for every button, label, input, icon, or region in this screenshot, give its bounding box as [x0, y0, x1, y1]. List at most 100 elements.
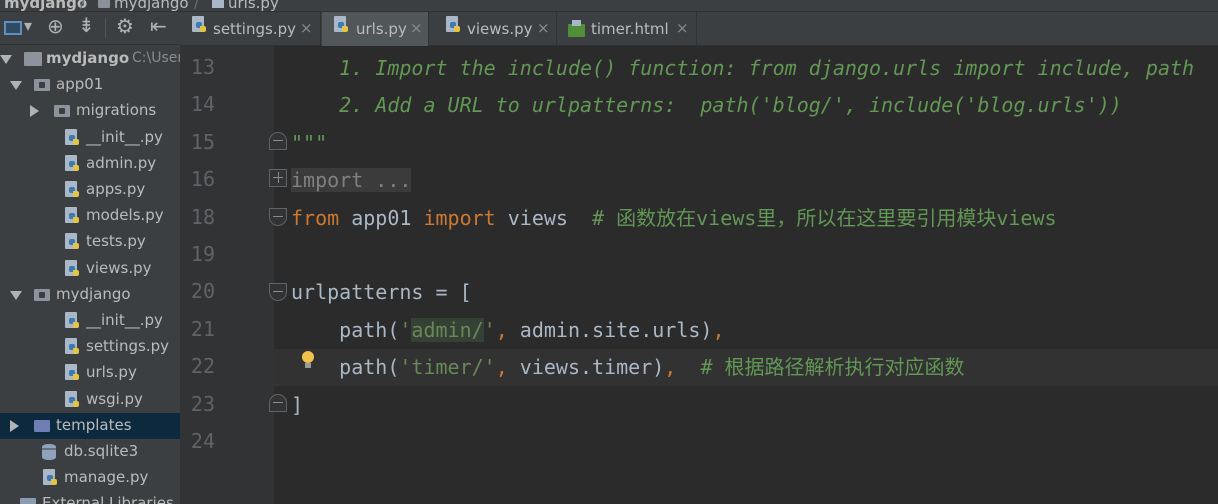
tree-item[interactable]: views.py: [0, 256, 180, 282]
tab-urls-py[interactable]: urls.py ×: [322, 12, 429, 46]
line-number: 19: [190, 242, 215, 266]
tree-item[interactable]: __init__.py: [0, 308, 180, 334]
tree-item-label: admin.py: [86, 153, 157, 172]
tree-item-label: mydjango: [46, 49, 130, 67]
tree-item[interactable]: mydjangoC:\Users\: [0, 46, 180, 72]
tree-item[interactable]: urls.py: [0, 360, 180, 386]
code-token: 'timer/': [399, 355, 496, 380]
code-token: admin.site.urls: [507, 317, 701, 342]
code-line[interactable]: from app01 import views # 函数放在views里，所以在…: [291, 200, 1057, 237]
breadcrumb-separator: /: [194, 0, 200, 11]
tree-item[interactable]: settings.py: [0, 334, 180, 360]
code-token: 2. Add a URL to urlpatterns: path('blog/…: [291, 93, 1122, 118]
code-line[interactable]: path('timer/', views.timer), # 根据路径解析执行对…: [274, 349, 1218, 387]
tree-item[interactable]: app01: [0, 72, 180, 98]
fold-marker-icon[interactable]: [269, 394, 287, 412]
minimize-icon[interactable]: ⇤: [150, 14, 167, 38]
tree-item-label: mydjango: [56, 284, 131, 303]
code-line[interactable]: 2. Add a URL to urlpatterns: path('blog/…: [291, 87, 1122, 124]
dropdown-icon[interactable]: ▾: [24, 16, 32, 35]
code-line[interactable]: """: [291, 125, 327, 162]
code-line[interactable]: import ...: [291, 162, 412, 199]
tab-timer-html[interactable]: timer.html ×: [558, 12, 697, 46]
tree-item[interactable]: admin.py: [0, 151, 180, 177]
tree-item-label: models.py: [86, 206, 164, 225]
tab-label: timer.html: [591, 20, 669, 38]
breadcrumb-separator: /: [80, 0, 86, 11]
python-file-icon: [64, 259, 80, 278]
code-token: views: [495, 205, 593, 230]
tab-label: settings.py: [213, 20, 296, 38]
close-icon[interactable]: ×: [410, 19, 423, 37]
tree-item[interactable]: apps.py: [0, 177, 180, 203]
code-line[interactable]: urlpatterns = [: [291, 274, 472, 311]
code-token: ,: [495, 355, 508, 380]
fold-marker-icon[interactable]: [269, 283, 287, 301]
tree-item-label: wsgi.py: [86, 389, 143, 408]
python-file-icon: [333, 16, 349, 34]
code-token: app01: [339, 205, 424, 230]
tree-item[interactable]: __init__.py: [0, 125, 180, 151]
code-token: ': [399, 317, 412, 342]
tree-item[interactable]: migrations: [0, 98, 180, 124]
fold-marker-icon[interactable]: [269, 132, 287, 150]
chevron-right-icon[interactable]: [30, 105, 39, 118]
project-path-hint: C:\Users\: [132, 50, 180, 66]
line-number: 24: [190, 429, 215, 453]
close-icon[interactable]: ×: [676, 19, 689, 37]
line-number: 13: [190, 55, 215, 79]
breadcrumb-item-file[interactable]: urls.py: [228, 0, 279, 11]
tab-views-py[interactable]: views.py ×: [430, 12, 557, 46]
tree-item[interactable]: templates: [0, 412, 180, 439]
collapse-icon[interactable]: ⇟: [78, 13, 95, 37]
code-token: import: [423, 205, 496, 230]
gear-icon[interactable]: ⚙: [116, 14, 134, 38]
code-token: ]: [291, 392, 304, 417]
tree-item[interactable]: manage.py: [0, 465, 180, 491]
code-line[interactable]: path('admin/', admin.site.urls),: [291, 312, 725, 349]
code-line[interactable]: 1. Import the include() function: from d…: [291, 50, 1194, 87]
project-tool-window: ▾ ⊕ ⇟ ⚙ ⇤ mydjangoC:\Users\app01migratio…: [0, 12, 180, 504]
code-token: """: [291, 130, 328, 155]
chevron-right-icon[interactable]: [10, 419, 19, 432]
tree-item[interactable]: External Libraries: [0, 491, 180, 504]
target-icon[interactable]: ⊕: [47, 14, 64, 38]
close-icon[interactable]: ×: [300, 19, 313, 37]
folder-icon: [98, 0, 110, 8]
code-token: 1. Import the include() function: from d…: [291, 56, 1195, 80]
tab-label: views.py: [467, 20, 533, 38]
code-line[interactable]: ]: [291, 387, 303, 424]
chevron-down-icon[interactable]: [10, 290, 22, 300]
code-token: import ...: [291, 168, 412, 193]
python-file-icon: [64, 364, 80, 382]
breadcrumb-item-project[interactable]: mydjango: [4, 0, 87, 11]
fold-marker-icon[interactable]: [269, 208, 287, 226]
tree-item-label: settings.py: [86, 337, 169, 356]
lightbulb-icon[interactable]: [301, 351, 315, 369]
expand-fold-icon[interactable]: [269, 169, 287, 187]
code-token: ): [700, 317, 713, 342]
tree-item[interactable]: models.py: [0, 203, 180, 229]
python-file-icon: [64, 207, 80, 225]
python-file-icon: [64, 338, 80, 356]
chevron-down-icon[interactable]: [0, 55, 12, 64]
database-icon: [42, 444, 56, 460]
close-icon[interactable]: ×: [537, 19, 550, 37]
code-token: # 根据路径解析执行对应函数: [700, 355, 965, 380]
code-token: urlpatterns = [: [291, 280, 472, 305]
tab-label: urls.py: [356, 20, 407, 38]
chevron-down-icon[interactable]: [10, 81, 22, 91]
breadcrumb-item-module[interactable]: mydjango: [114, 0, 189, 11]
navigation-breadcrumb: mydjango / mydjango / urls.py: [0, 0, 1218, 12]
tree-item[interactable]: mydjango: [0, 282, 180, 308]
code-token: from: [291, 205, 340, 230]
code-editor[interactable]: 13 14 15 16 18 19 20 21 22 23 24 1. Import the inc…: [180, 46, 1218, 504]
tree-item-label: app01: [56, 75, 104, 94]
tree-item[interactable]: tests.py: [0, 229, 180, 255]
tree-item[interactable]: db.sqlite3: [0, 439, 180, 465]
tree-item[interactable]: wsgi.py: [0, 387, 180, 413]
tab-settings-py[interactable]: settings.py ×: [180, 12, 321, 46]
python-file-icon: [64, 233, 80, 251]
project-view-icon[interactable]: [4, 21, 22, 35]
